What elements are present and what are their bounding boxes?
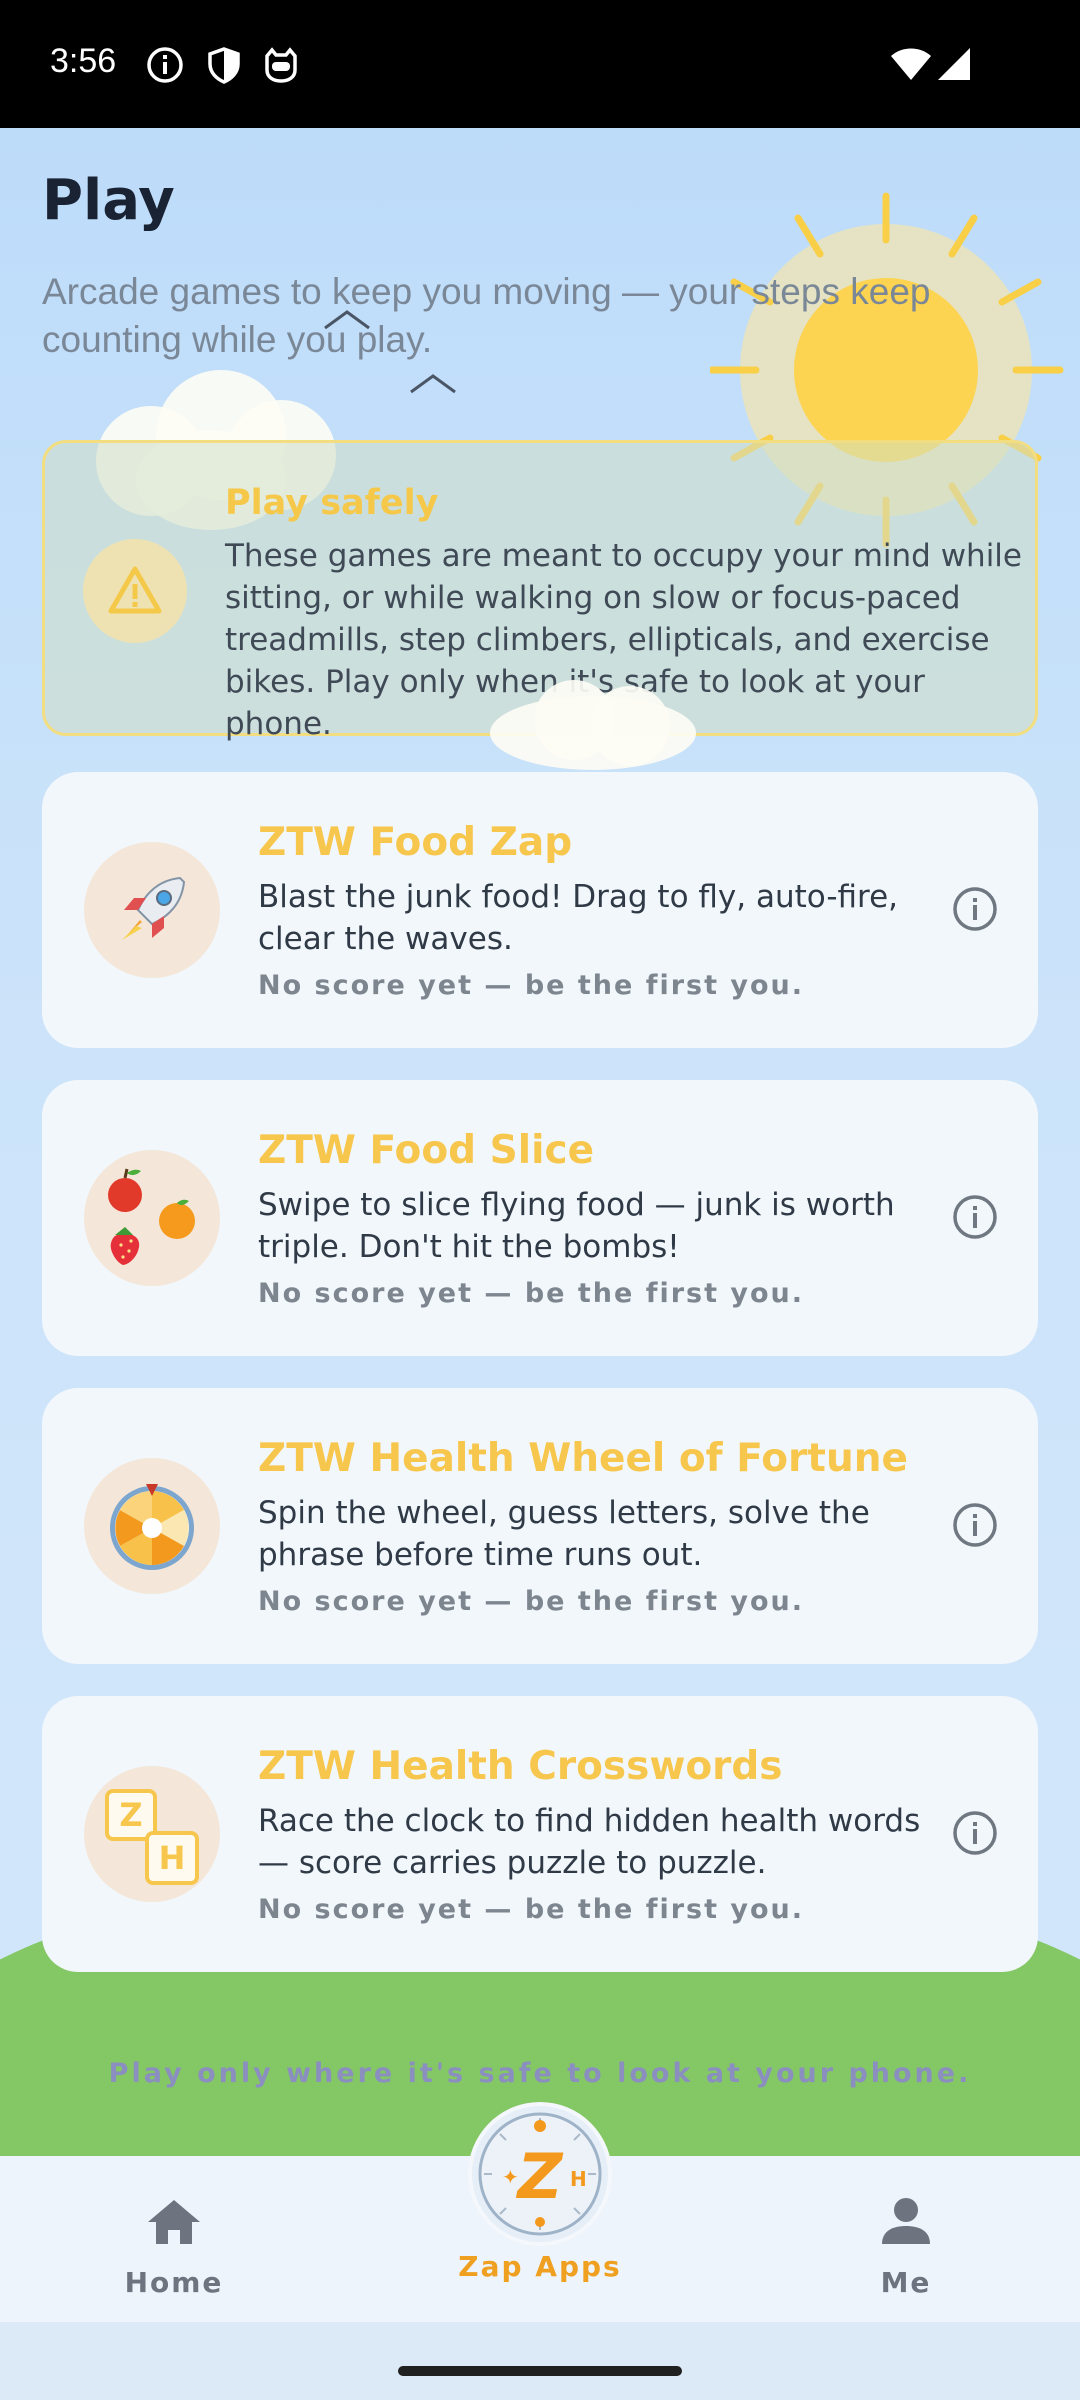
home-icon: [148, 2200, 200, 2244]
wheel-icon: [110, 1484, 194, 1570]
warning-icon: [108, 566, 162, 614]
game-title: ZTW Food Zap: [258, 820, 573, 865]
game-thumbnail: [84, 842, 220, 978]
fruit-icon: [108, 1168, 195, 1265]
zap-logo-icon: ✦ H Z: [478, 2112, 602, 2236]
cat-face-icon: [265, 47, 297, 83]
person-icon: [882, 2198, 930, 2244]
nav-me-label: Me: [880, 2266, 932, 2299]
game-score: No score yet — be the first you.: [258, 1278, 805, 1309]
game-title: ZTW Food Slice: [258, 1128, 595, 1173]
game-score: No score yet — be the first you.: [258, 970, 805, 1001]
page-subtitle: Arcade games to keep you moving — your s…: [42, 271, 931, 360]
home-gesture-bar[interactable]: [398, 2366, 682, 2376]
game-title: ZTW Health Wheel of Fortune: [258, 1436, 908, 1481]
nav-home[interactable]: Home: [54, 2156, 294, 2322]
nav-zap-apps-label[interactable]: Zap Apps: [420, 2250, 660, 2283]
tile-letter-h: H: [145, 1831, 199, 1885]
warning-icon-badge: [83, 539, 187, 643]
safety-heading: Play safely: [225, 483, 439, 523]
info-icon[interactable]: [950, 1500, 1000, 1550]
gesture-area: [0, 2322, 1080, 2400]
game-thumbnail: [84, 1150, 220, 1286]
wifi-icon: [891, 48, 931, 80]
nav-home-label: Home: [124, 2266, 224, 2299]
bird-icon: [410, 374, 456, 394]
rocket-icon: [122, 876, 186, 940]
game-card-food-zap[interactable]: ZTW Food Zap Blast the junk food! Drag t…: [42, 772, 1038, 1048]
info-icon[interactable]: [950, 1192, 1000, 1242]
game-description: Spin the wheel, guess letters, solve the…: [258, 1495, 870, 1573]
game-card-food-slice[interactable]: ZTW Food Slice Swipe to slice flying foo…: [42, 1080, 1038, 1356]
info-icon[interactable]: [950, 884, 1000, 934]
status-time: 3:56: [50, 42, 117, 80]
safety-footer-note: Play only where it's safe to look at you…: [108, 2058, 972, 2089]
nav-me[interactable]: Me: [786, 2156, 1026, 2322]
game-thumbnail: Z H: [84, 1766, 220, 1902]
game-card-wheel-of-fortune[interactable]: ZTW Health Wheel of Fortune Spin the whe…: [42, 1388, 1038, 1664]
signal-icon: [938, 48, 970, 80]
info-icon[interactable]: [950, 1808, 1000, 1858]
game-description: Race the clock to find hidden health wor…: [258, 1803, 921, 1881]
game-thumbnail: [84, 1458, 220, 1594]
cloud-decoration: [490, 680, 696, 770]
bird-icon: [324, 310, 370, 330]
game-title: ZTW Health Crosswords: [258, 1744, 783, 1789]
game-description: Swipe to slice flying food — junk is wor…: [258, 1187, 895, 1265]
page-title: Play: [42, 168, 175, 233]
info-icon: [147, 47, 183, 83]
svg-text:H: H: [570, 2167, 587, 2191]
zap-logo-letter: Z: [516, 2140, 564, 2213]
game-score: No score yet — be the first you.: [258, 1586, 805, 1617]
letter-tiles-icon: Z H: [97, 1779, 207, 1889]
nav-zap-apps-button[interactable]: ✦ H Z: [468, 2102, 612, 2246]
game-description: Blast the junk food! Drag to fly, auto-f…: [258, 879, 899, 957]
shield-icon: [208, 47, 240, 84]
game-score: No score yet — be the first you.: [258, 1894, 805, 1925]
game-card-crosswords[interactable]: Z H ZTW Health Crosswords Race the clock…: [42, 1696, 1038, 1972]
svg-text:✦: ✦: [502, 2165, 519, 2189]
status-bar: 3:56: [0, 0, 1080, 128]
